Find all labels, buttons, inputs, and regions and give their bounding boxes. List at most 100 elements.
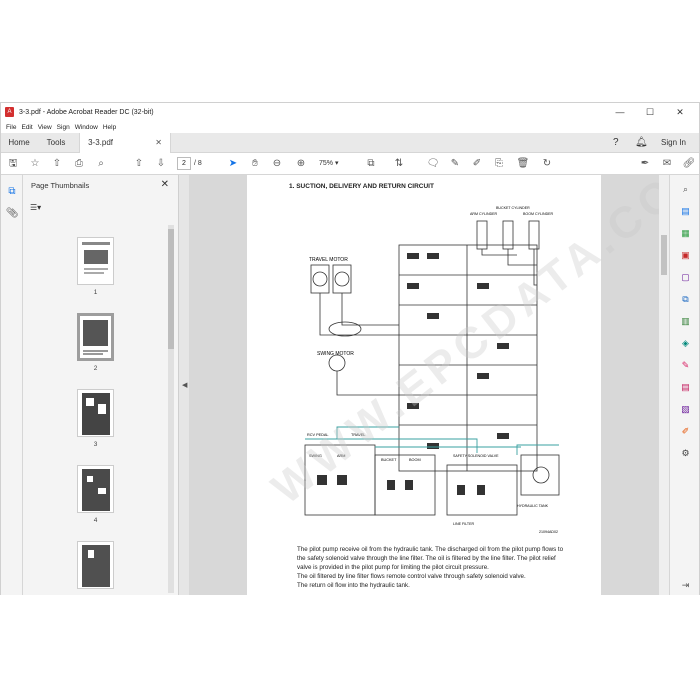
document-scrollbar-thumb[interactable] <box>661 235 667 275</box>
tab-document[interactable]: 3-3.pdf ✕ <box>79 133 171 153</box>
fill-sign-icon[interactable]: ✎ <box>679 359 692 372</box>
zoom-out-icon[interactable]: ⊖ <box>269 156 285 172</box>
collapse-right-icon[interactable]: ⇥ <box>679 579 692 592</box>
menu-window[interactable]: Window <box>75 124 98 131</box>
thumbnail-label: 4 <box>93 517 98 524</box>
create-pdf-icon[interactable]: ▦ <box>679 227 692 240</box>
compress-icon[interactable]: ◈ <box>679 337 692 350</box>
pdf-page: 1. SUCTION, DELIVERY AND RETURN CIRCUIT <box>247 175 659 595</box>
next-page-icon[interactable]: ⇩ <box>153 156 169 172</box>
edit-pdf-icon[interactable]: ▣ <box>679 249 692 262</box>
zoom-dropdown[interactable]: 75% ▾ <box>319 157 353 170</box>
label-bucket: BUCKET <box>381 458 397 462</box>
caption-line: The return oil flow into the hydraulic t… <box>297 582 410 589</box>
caption-line: the safety solenoid valve through the li… <box>297 555 556 562</box>
page-heading: 1. SUCTION, DELIVERY AND RETURN CIRCUIT <box>289 183 434 190</box>
label-arm: ARM <box>337 454 345 458</box>
fit-icon[interactable]: ⧉ <box>363 156 379 172</box>
panel-splitter[interactable]: ◀ <box>179 175 189 595</box>
sign-icon[interactable]: ✒ <box>637 156 653 172</box>
acrobat-logo-icon: A <box>5 107 14 117</box>
label-hydraulic-tank: HYDRAULIC TANK <box>517 504 549 508</box>
prev-page-icon[interactable]: ⇧ <box>131 156 147 172</box>
comment-tool-icon[interactable]: ▢ <box>679 271 692 284</box>
thumbnail-options-icon[interactable]: ☰▾ <box>30 203 48 214</box>
thumbnail-page[interactable] <box>77 237 114 285</box>
caption-line: valve is provided in the pilot pump for … <box>297 564 489 571</box>
print-icon[interactable]: ⎙ <box>71 156 87 172</box>
menu-edit[interactable]: Edit <box>21 124 32 131</box>
title-bar: A 3-3.pdf - Adobe Acrobat Reader DC (32-… <box>1 103 699 121</box>
thumbnail-label: 3 <box>93 441 98 448</box>
scrollbar-thumb[interactable] <box>168 229 174 349</box>
email-icon[interactable]: ✉ <box>659 156 675 172</box>
search-tool-icon[interactable]: ⌕ <box>679 183 692 196</box>
caption-line: The oil filtered by line filter flows re… <box>297 573 526 580</box>
maximize-button[interactable]: ☐ <box>635 103 665 121</box>
collapse-left-icon[interactable]: ◀ <box>182 381 187 389</box>
thumbnail-page[interactable] <box>77 389 114 437</box>
upload-icon[interactable]: ⇧ <box>49 156 65 172</box>
rotate-icon[interactable]: ↻ <box>539 156 555 172</box>
minimize-button[interactable]: — <box>605 103 635 121</box>
label-rcv-pedal: RCV PEDAL <box>307 433 329 437</box>
help-icon[interactable]: ? <box>613 133 619 153</box>
tab-close-icon[interactable]: ✕ <box>155 138 162 147</box>
left-rail: ⧉ 📎︎ <box>1 175 23 595</box>
send-for-review-icon[interactable]: ▤ <box>679 381 692 394</box>
draw-icon[interactable]: ✐ <box>469 156 485 172</box>
highlight-icon[interactable]: ✎ <box>447 156 463 172</box>
thumbnails-scrollbar[interactable] <box>168 225 174 593</box>
thumbnails-panel-icon[interactable]: ⧉ <box>5 185 19 199</box>
acrobat-window: A 3-3.pdf - Adobe Acrobat Reader DC (32-… <box>0 102 700 595</box>
sign-in-button[interactable]: Sign In <box>661 133 686 153</box>
combine-files-icon[interactable]: ⧉ <box>679 293 692 306</box>
label-line-filter: LINE FILTER <box>453 522 475 526</box>
attachments-icon[interactable]: 📎︎ <box>5 207 19 221</box>
label-boom: BOOM <box>409 458 421 462</box>
window-title: 3-3.pdf - Adobe Acrobat Reader DC (32-bi… <box>19 108 154 116</box>
protect-icon[interactable]: ▧ <box>679 403 692 416</box>
organize-pages-icon[interactable]: ▥ <box>679 315 692 328</box>
tab-bar: Home Tools 3-3.pdf ✕ ? 🔔︎ Sign In <box>1 133 699 153</box>
thumbnail-label: 2 <box>93 365 98 372</box>
label-safety-solenoid: SAFETY SOLENOID VALVE <box>453 454 499 458</box>
document-area: 1. SUCTION, DELIVERY AND RETURN CIRCUIT <box>189 175 659 595</box>
star-icon[interactable]: ☆ <box>27 156 43 172</box>
stamp-icon[interactable]: ⎘ <box>491 156 507 172</box>
page-total: / 8 <box>194 160 202 167</box>
pointer-icon[interactable]: ➤ <box>225 156 241 172</box>
label-travel: TRAVEL <box>351 433 366 437</box>
close-window-button[interactable]: ✕ <box>665 103 695 121</box>
page-number-input[interactable]: 2 <box>177 157 191 170</box>
document-scrollbar[interactable] <box>659 175 669 595</box>
thumbnail-label: 1 <box>93 289 98 296</box>
menu-file[interactable]: File <box>6 124 16 131</box>
comment-icon[interactable]: 🗨︎ <box>425 156 441 172</box>
hydraulic-circuit-diagram: TRAVEL MOTOR SWING MOTOR ARM CYLINDER BU… <box>304 206 560 534</box>
label-swing-motor: SWING MOTOR <box>317 351 354 357</box>
delete-icon[interactable]: 🗑︎ <box>515 156 531 172</box>
thumbnail-page[interactable] <box>77 465 114 513</box>
thumbnail-page[interactable] <box>77 541 114 589</box>
more-tools-icon[interactable]: ⚙ <box>679 447 692 460</box>
menu-view[interactable]: View <box>38 124 52 131</box>
right-tools-pane: ⌕ ▤ ▦ ▣ ▢ ⧉ ▥ ◈ ✎ ▤ ▧ ✐ ⚙ ⇥ <box>669 175 699 595</box>
zoom-in-icon[interactable]: ⊕ <box>293 156 309 172</box>
menu-help[interactable]: Help <box>103 124 116 131</box>
tab-tools[interactable]: Tools <box>37 133 75 153</box>
hand-icon[interactable]: ✋︎ <box>247 156 263 172</box>
tab-home[interactable]: Home <box>1 133 37 153</box>
menu-sign[interactable]: Sign <box>57 124 70 131</box>
label-bucket-cylinder: BUCKET CYLINDER <box>496 206 530 210</box>
link-icon[interactable]: 🔗︎ <box>681 156 697 172</box>
search-icon[interactable]: ⌕ <box>93 156 109 172</box>
thumbnail-page-selected[interactable] <box>77 313 114 361</box>
notifications-icon[interactable]: 🔔︎ <box>635 133 648 153</box>
scroll-icon[interactable]: ⇅ <box>391 156 407 172</box>
tab-document-label: 3-3.pdf <box>88 138 113 147</box>
save-icon[interactable]: 🖫 <box>5 156 21 172</box>
close-panel-icon[interactable]: ✕ <box>161 179 169 190</box>
stamp-tool-icon[interactable]: ✐ <box>679 425 692 438</box>
export-pdf-icon[interactable]: ▤ <box>679 205 692 218</box>
